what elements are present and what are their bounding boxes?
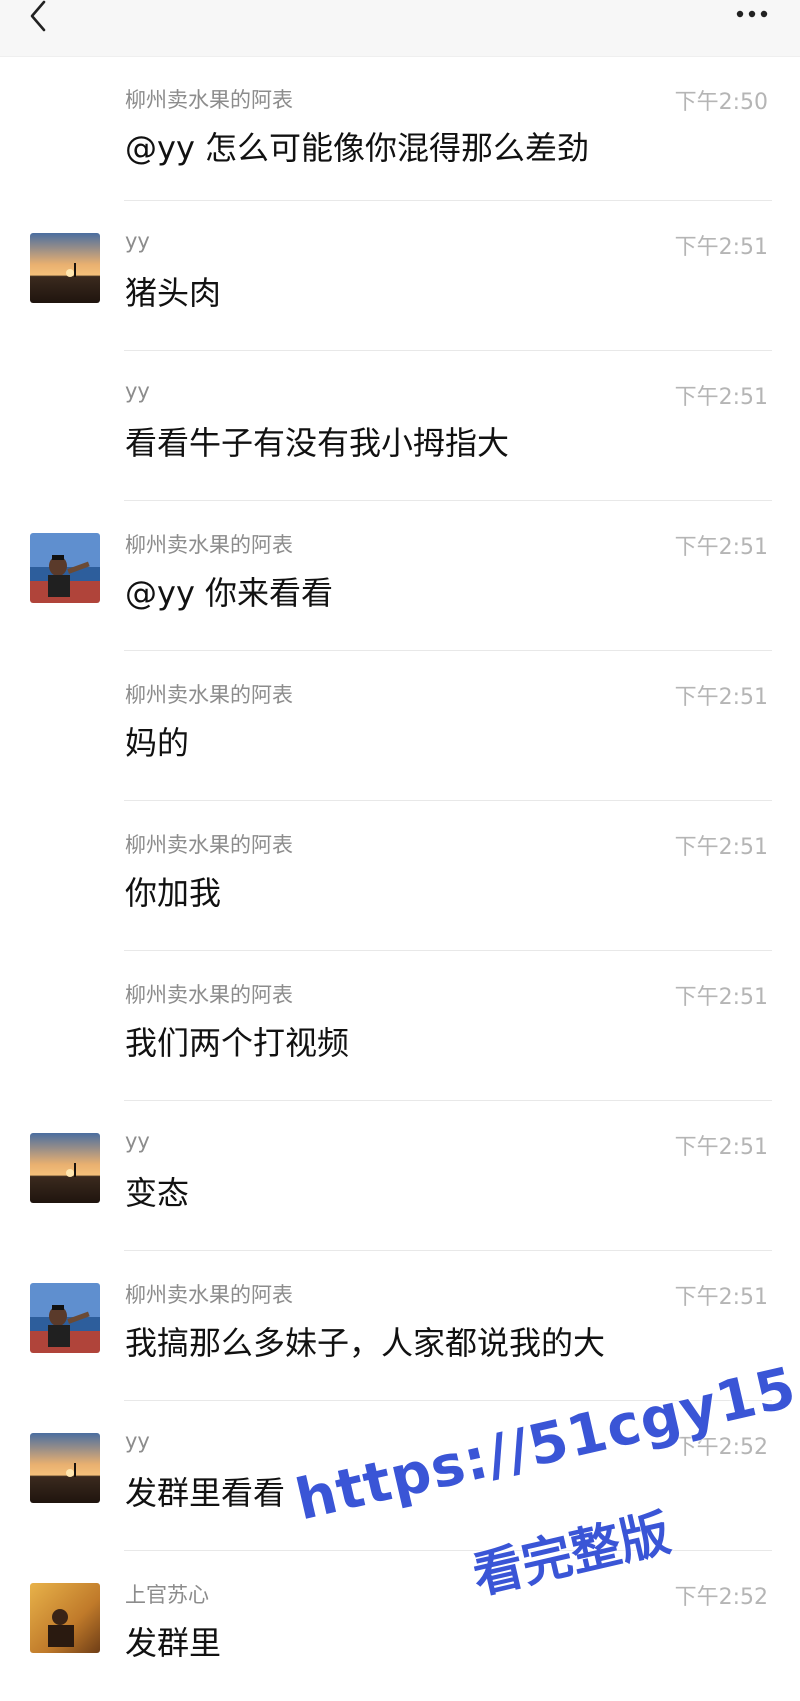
message-text: 妈的 <box>125 724 190 762</box>
avatar[interactable] <box>30 1583 100 1653</box>
sender-name: 柳州卖水果的阿表 <box>125 533 293 557</box>
message-item[interactable]: 柳州卖水果的阿表 下午2:51 @yy 你来看看 <box>0 501 800 651</box>
sender-name: yy <box>125 229 150 253</box>
back-button[interactable] <box>22 0 58 36</box>
message-time: 下午2:50 <box>674 90 768 115</box>
message-text: 猪头肉 <box>125 274 222 312</box>
message-text: 发群里看看 <box>125 1474 286 1512</box>
message-text: 变态 <box>125 1174 190 1212</box>
more-dots-icon <box>736 10 768 18</box>
avatar-sunset-image <box>30 1133 100 1203</box>
message-time: 下午2:51 <box>674 235 768 260</box>
message-text: 我搞那么多妹子，人家都说我的大 <box>125 1324 606 1362</box>
message-time: 下午2:52 <box>674 1585 768 1610</box>
message-item[interactable]: yy 下午2:52 发群里看看 <box>0 1401 800 1551</box>
message-time: 下午2:51 <box>674 835 768 860</box>
avatar-man-sea-image <box>30 1283 100 1353</box>
message-text: 发群里 <box>125 1624 222 1662</box>
message-time: 下午2:51 <box>674 385 768 410</box>
message-item[interactable]: 柳州卖水果的阿表 下午2:51 我搞那么多妹子，人家都说我的大 <box>0 1251 800 1401</box>
avatar[interactable] <box>30 1433 100 1503</box>
sender-name: 柳州卖水果的阿表 <box>125 983 293 1007</box>
message-time: 下午2:51 <box>674 685 768 710</box>
avatar-sunset-image <box>30 233 100 303</box>
sender-name: 柳州卖水果的阿表 <box>125 1283 293 1307</box>
sender-name: 柳州卖水果的阿表 <box>125 88 293 112</box>
message-time: 下午2:52 <box>674 1435 768 1460</box>
sender-name: 柳州卖水果的阿表 <box>125 683 293 707</box>
sender-name: yy <box>125 1429 150 1453</box>
message-time: 下午2:51 <box>674 535 768 560</box>
message-text: 你加我 <box>125 874 222 912</box>
message-text: 我们两个打视频 <box>125 1024 350 1062</box>
top-bar <box>0 0 800 57</box>
message-list: 柳州卖水果的阿表 下午2:50 @yy 怎么可能像你混得那么差劲 yy 下午2:… <box>0 56 800 1701</box>
message-text: @yy 你来看看 <box>125 574 334 612</box>
avatar-man-sea-image <box>30 533 100 603</box>
message-time: 下午2:51 <box>674 1285 768 1310</box>
avatar[interactable] <box>30 1133 100 1203</box>
message-text: 看看牛子有没有我小拇指大 <box>125 424 510 462</box>
message-item[interactable]: yy 下午2:51 变态 <box>0 1101 800 1251</box>
avatar[interactable] <box>30 233 100 303</box>
sender-name: yy <box>125 1129 150 1153</box>
avatar-golden-field-image <box>30 1583 100 1653</box>
avatar[interactable] <box>30 1283 100 1353</box>
message-item[interactable]: yy 下午2:51 猪头肉 <box>0 201 800 351</box>
chevron-left-icon <box>30 0 46 32</box>
more-options-button[interactable] <box>734 2 774 26</box>
sender-name: yy <box>125 379 150 403</box>
sender-name: 柳州卖水果的阿表 <box>125 833 293 857</box>
message-item[interactable]: 柳州卖水果的阿表 下午2:51 你加我 <box>0 801 800 951</box>
message-item[interactable]: yy 下午2:51 看看牛子有没有我小拇指大 <box>0 351 800 501</box>
avatar[interactable] <box>30 533 100 603</box>
message-item[interactable]: 柳州卖水果的阿表 下午2:51 妈的 <box>0 651 800 801</box>
message-time: 下午2:51 <box>674 1135 768 1160</box>
sender-name: 上官苏心 <box>125 1583 209 1607</box>
message-item[interactable]: 柳州卖水果的阿表 下午2:51 我们两个打视频 <box>0 951 800 1101</box>
message-item[interactable]: 上官苏心 下午2:52 发群里 <box>0 1551 800 1701</box>
message-item[interactable]: 柳州卖水果的阿表 下午2:50 @yy 怎么可能像你混得那么差劲 <box>0 56 800 201</box>
avatar-sunset-image <box>30 1433 100 1503</box>
message-text: @yy 怎么可能像你混得那么差劲 <box>125 129 590 167</box>
message-time: 下午2:51 <box>674 985 768 1010</box>
